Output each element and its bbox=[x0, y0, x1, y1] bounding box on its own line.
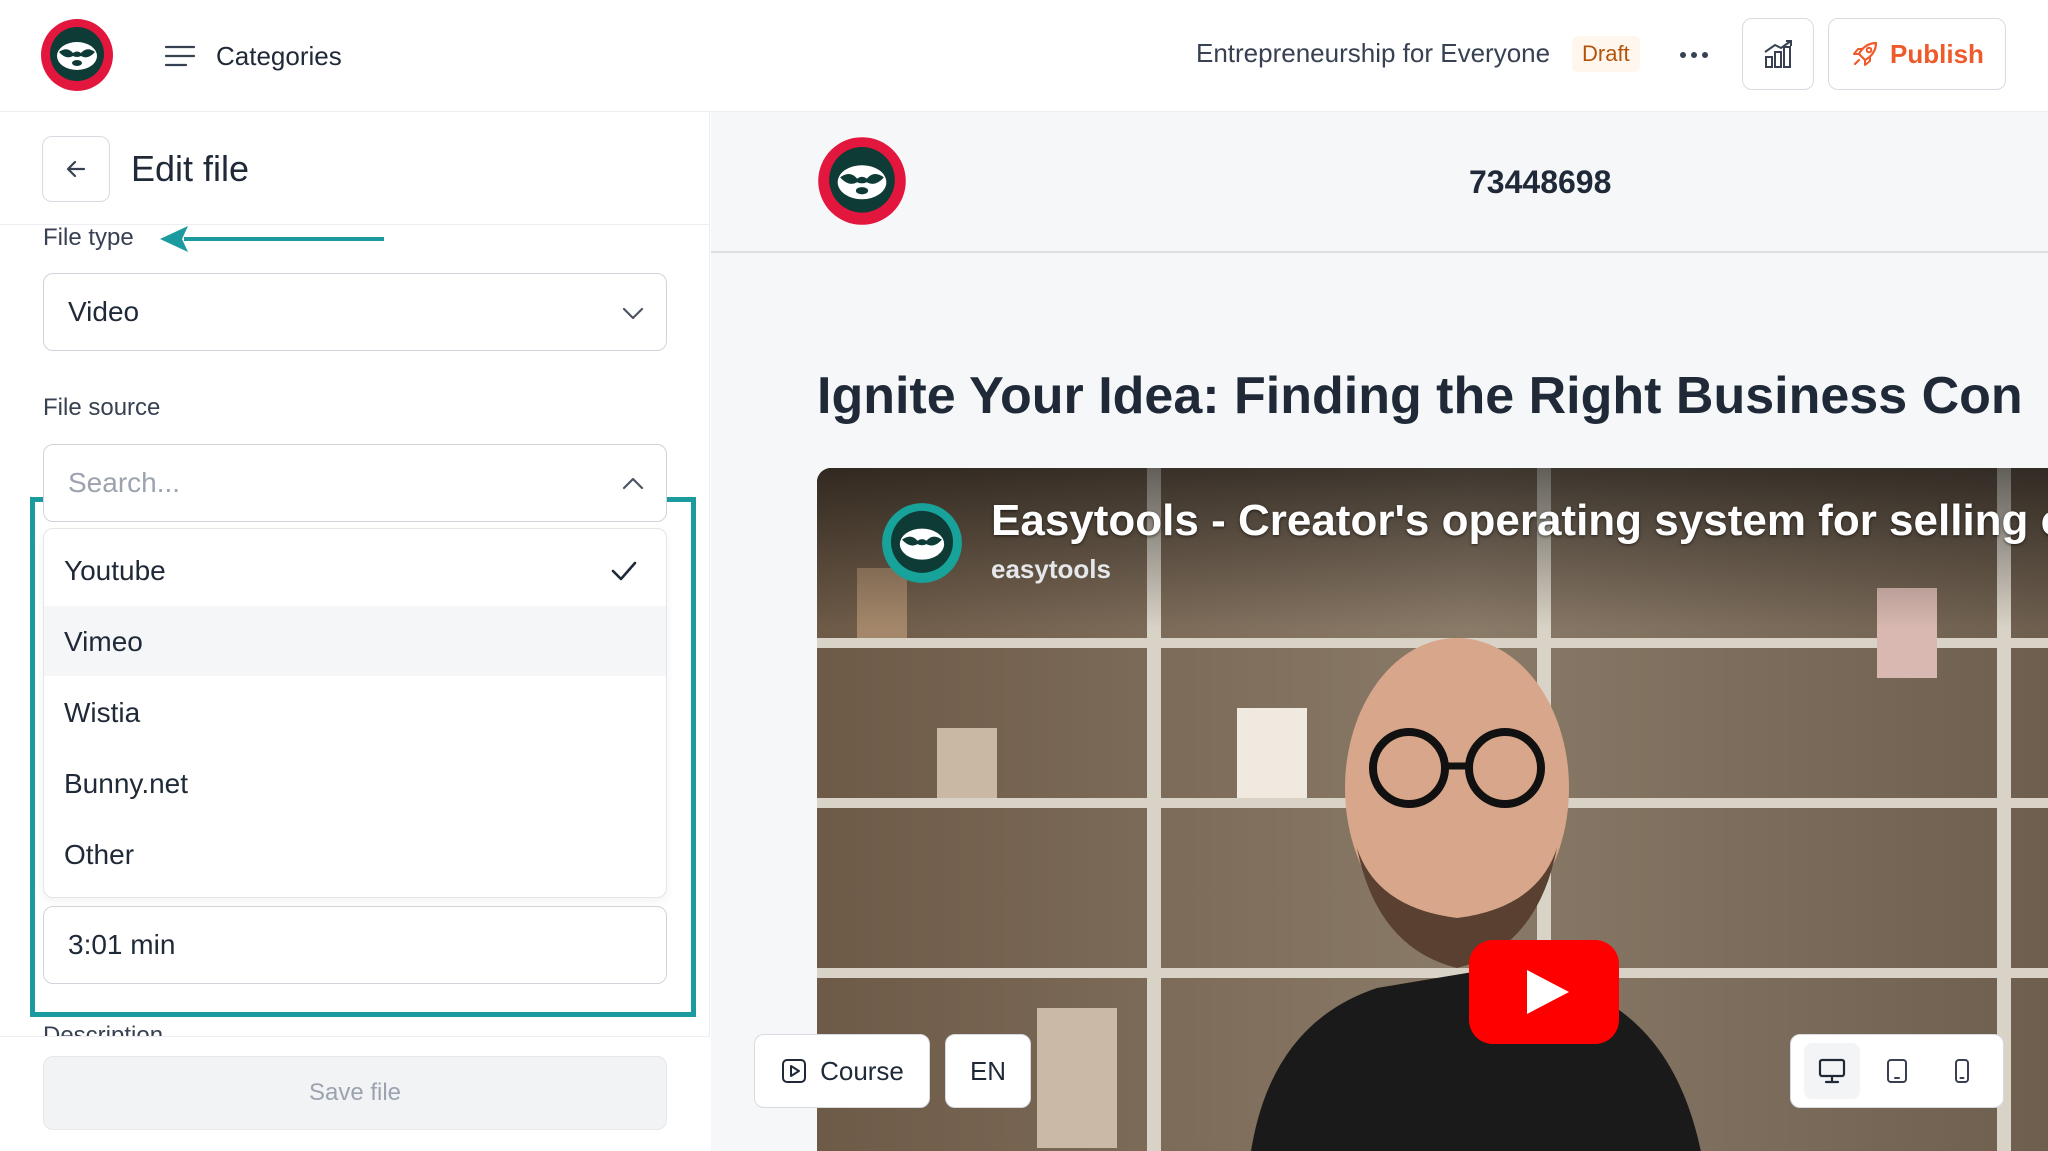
option-bunny-net[interactable]: Bunny.net bbox=[44, 748, 666, 818]
edit-file-header: Edit file bbox=[0, 112, 710, 225]
course-title: Entrepreneurship for Everyone bbox=[1196, 38, 1551, 68]
lesson-title: Ignite Your Idea: Finding the Right Busi… bbox=[817, 367, 2023, 425]
mobile-icon bbox=[1955, 1059, 1970, 1083]
more-options-button[interactable] bbox=[1674, 40, 1714, 70]
channel-avatar-icon bbox=[882, 503, 962, 583]
chevron-up-icon bbox=[622, 477, 644, 490]
analytics-button[interactable] bbox=[1742, 18, 1814, 90]
option-label: Wistia bbox=[64, 697, 141, 728]
checkmark-icon bbox=[611, 561, 637, 581]
edit-file-panel: Edit file File type Video File source Yo… bbox=[0, 112, 710, 1151]
status-badge: Draft bbox=[1572, 36, 1640, 72]
desktop-view-button[interactable] bbox=[1803, 1043, 1860, 1099]
option-wistia[interactable]: Wistia bbox=[44, 677, 666, 747]
device-toggle bbox=[1790, 1034, 2004, 1108]
categories-menu[interactable]: Categories bbox=[164, 36, 342, 76]
play-square-icon bbox=[782, 1059, 807, 1083]
sloth-logo-icon bbox=[818, 137, 906, 225]
file-source-select[interactable] bbox=[43, 444, 667, 522]
duration-field[interactable]: 3:01 min bbox=[43, 906, 667, 984]
course-id: 73448698 bbox=[1469, 164, 1612, 200]
file-type-label: File type bbox=[43, 224, 134, 251]
page-title: Edit file bbox=[131, 148, 250, 189]
categories-label: Categories bbox=[216, 40, 342, 71]
youtube-play-icon[interactable] bbox=[1469, 940, 1619, 1044]
save-file-button[interactable]: Save file bbox=[43, 1056, 667, 1130]
video-channel: easytools bbox=[991, 554, 1111, 584]
tablet-icon bbox=[1886, 1059, 1907, 1083]
back-button[interactable] bbox=[42, 136, 110, 202]
sloth-logo-icon[interactable] bbox=[40, 18, 114, 92]
video-title: Easytools - Creator's operating system f… bbox=[991, 496, 2048, 545]
language-button[interactable]: EN bbox=[945, 1034, 1031, 1108]
tablet-view-button[interactable] bbox=[1869, 1043, 1925, 1099]
option-other[interactable]: Other bbox=[44, 819, 666, 889]
file-source-dropdown: Youtube Vimeo Wistia Bunny.net Other bbox=[43, 528, 667, 898]
preview-header: 73448698 bbox=[711, 112, 2048, 253]
publish-button[interactable]: Publish bbox=[1828, 18, 2006, 90]
language-label: EN bbox=[969, 1055, 1007, 1086]
course-label: Course bbox=[820, 1055, 904, 1086]
top-bar: Categories Entrepreneurship for Everyone… bbox=[0, 0, 2048, 112]
annotation-arrow-icon bbox=[160, 226, 384, 252]
file-source-label: File source bbox=[43, 394, 161, 421]
save-file-label: Save file bbox=[308, 1079, 402, 1106]
mobile-view-button[interactable] bbox=[1934, 1043, 1990, 1099]
file-type-select[interactable]: Video bbox=[43, 273, 667, 351]
menu-icon bbox=[164, 45, 196, 67]
option-label: Bunny.net bbox=[64, 768, 189, 799]
more-dots-icon bbox=[1680, 52, 1708, 58]
option-label: Youtube bbox=[64, 555, 166, 586]
file-source-search-input[interactable] bbox=[68, 463, 608, 503]
course-view-button[interactable]: Course bbox=[754, 1034, 930, 1108]
option-vimeo[interactable]: Vimeo bbox=[44, 606, 666, 676]
rocket-icon bbox=[1853, 41, 1878, 66]
option-label: Vimeo bbox=[64, 626, 143, 657]
option-youtube[interactable]: Youtube bbox=[44, 535, 666, 605]
course-preview: 73448698 Ignite Your Idea: Finding the R… bbox=[711, 112, 2048, 1151]
duration-value: 3:01 min bbox=[68, 929, 176, 960]
chevron-down-icon bbox=[622, 307, 644, 320]
desktop-icon bbox=[1818, 1058, 1845, 1084]
option-label: Other bbox=[64, 839, 135, 870]
publish-label: Publish bbox=[1890, 38, 1984, 69]
arrow-left-icon bbox=[66, 160, 86, 178]
chart-icon bbox=[1764, 40, 1792, 68]
file-type-value: Video bbox=[68, 296, 140, 327]
